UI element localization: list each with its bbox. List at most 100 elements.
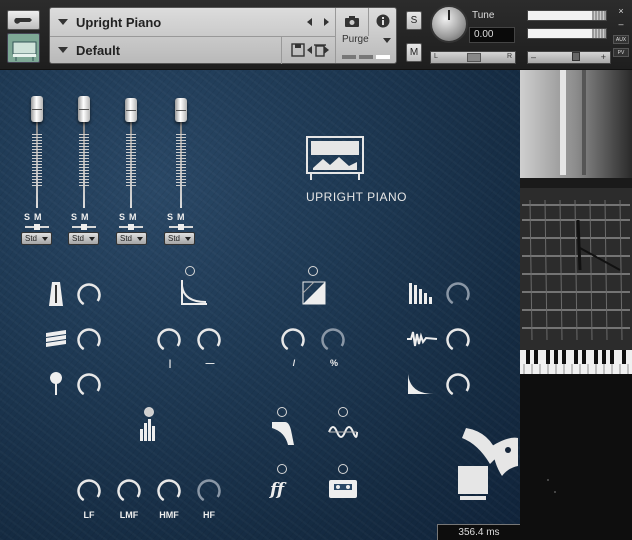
volume-handle[interactable] xyxy=(572,52,580,61)
eq-lf-knob[interactable] xyxy=(76,478,102,504)
dynamics-toggle[interactable] xyxy=(277,464,287,474)
amount-knob-ring xyxy=(321,328,345,352)
envelope-amount-knob[interactable] xyxy=(320,327,346,353)
channel-3-solo[interactable]: S xyxy=(119,212,129,222)
envelope-toggle[interactable] xyxy=(308,266,318,276)
eq-bars-icon xyxy=(140,419,155,441)
tune-label: Tune xyxy=(472,10,495,21)
fader-cap[interactable] xyxy=(78,96,90,122)
metronome-icon xyxy=(49,282,63,306)
volume-slider[interactable]: – + xyxy=(527,51,611,64)
channel-3-mode-dropdown[interactable]: Std xyxy=(116,232,147,245)
tape-toggle[interactable] xyxy=(338,464,348,474)
channel-1-mode-dropdown[interactable]: Std xyxy=(21,232,52,245)
preset-menu-caret-icon[interactable] xyxy=(58,47,68,53)
pan-handle[interactable] xyxy=(467,53,481,62)
settings-wrench-button[interactable] xyxy=(7,10,40,30)
solo-button[interactable]: S xyxy=(406,11,422,30)
tune-value-field[interactable]: 0.00 xyxy=(469,27,515,43)
prev-instrument-arrow-icon[interactable] xyxy=(307,18,312,26)
tail-knob[interactable] xyxy=(445,372,471,398)
eq-toggle[interactable] xyxy=(144,407,154,417)
output-meter-left xyxy=(527,10,607,21)
close-instrument-button[interactable]: × xyxy=(614,6,628,16)
minimize-instrument-button[interactable]: – xyxy=(614,19,628,29)
pan-slider[interactable]: L R xyxy=(430,51,516,64)
mute-button[interactable]: M xyxy=(406,43,422,62)
decay-curve-icon xyxy=(408,374,434,394)
reverb-toggle[interactable] xyxy=(185,266,195,276)
lf-knob-ring xyxy=(77,479,101,503)
instrument-info-panel: Upright Piano Default Purge xyxy=(49,7,397,64)
fader-cap[interactable] xyxy=(175,98,187,122)
channel-2-mute[interactable]: M xyxy=(81,212,93,222)
channel-2-mode-dropdown[interactable]: Std xyxy=(68,232,99,245)
lmf-knob-ring xyxy=(117,479,141,503)
velocity-knob[interactable] xyxy=(76,282,102,308)
reverb-predelay-knob[interactable] xyxy=(156,327,182,353)
channel-1-mute[interactable]: M xyxy=(34,212,46,222)
delete-preset-button[interactable] xyxy=(308,39,332,61)
info-button[interactable] xyxy=(371,10,395,32)
save-preset-button[interactable] xyxy=(286,39,310,61)
eq-lf-label: LF xyxy=(83,510,95,520)
curve-label: / xyxy=(292,358,296,368)
instrument-name[interactable]: Upright Piano xyxy=(76,15,301,30)
sine-wave-icon xyxy=(328,426,358,438)
channel-2-solo[interactable]: S xyxy=(71,212,81,222)
hammer-icon xyxy=(46,330,66,347)
eq-hf-label: HF xyxy=(203,510,215,520)
tune-knob[interactable] xyxy=(430,5,468,43)
velocity-knob-ring xyxy=(77,283,101,307)
logo-title: UPRIGHT PIANO xyxy=(306,190,407,204)
pedal-icon xyxy=(50,372,62,395)
hammer-knob-ring xyxy=(77,328,101,352)
pedal-knob-ring xyxy=(77,373,101,397)
resonance-wave-icon xyxy=(407,331,438,347)
release-knob[interactable] xyxy=(445,281,471,307)
save-icon xyxy=(291,43,305,57)
reverb-decay-knob[interactable] xyxy=(196,327,222,353)
envelope-grid-icon xyxy=(302,281,326,305)
output-meter-right xyxy=(527,28,607,39)
pv-button[interactable]: PV xyxy=(613,48,629,57)
decay-label: — xyxy=(205,358,215,368)
predelay-label: | xyxy=(168,358,172,368)
channel-3-mute[interactable]: M xyxy=(129,212,141,222)
eq-hmf-knob[interactable] xyxy=(156,478,182,504)
envelope-curve-knob[interactable] xyxy=(280,327,306,353)
instrument-stage: SM SM SM SM Std Std Std Std UPRIGHT PIAN… xyxy=(0,70,520,540)
instrument-menu-caret-icon[interactable] xyxy=(58,19,68,25)
snapshot-camera-button[interactable] xyxy=(340,10,364,32)
next-instrument-arrow-icon[interactable] xyxy=(324,18,329,26)
fortissimo-icon: ff xyxy=(269,480,287,499)
pedal-noise-knob[interactable] xyxy=(76,372,102,398)
eq-lmf-label: LMF xyxy=(119,510,139,520)
channel-4-mode-dropdown[interactable]: Std xyxy=(164,232,195,245)
resonance-knob[interactable] xyxy=(445,327,471,353)
info-icon xyxy=(376,14,390,28)
purge-caret-icon[interactable] xyxy=(383,38,391,43)
eq-lmf-knob[interactable] xyxy=(116,478,142,504)
camera-icon xyxy=(345,15,359,27)
purge-indicator xyxy=(376,55,390,59)
preset-name[interactable]: Default xyxy=(76,43,301,58)
fader-cap[interactable] xyxy=(125,98,137,122)
aux-button[interactable]: AUX xyxy=(613,35,629,44)
gramophone-logo xyxy=(458,428,518,500)
fader-cap[interactable] xyxy=(31,96,43,122)
channel-4-solo[interactable]: S xyxy=(167,212,177,222)
piano-photo xyxy=(520,70,632,540)
chorus-toggle[interactable] xyxy=(338,407,348,417)
channel-4-mute[interactable]: M xyxy=(177,212,189,222)
percent-label: % xyxy=(329,358,338,368)
channel-1-solo[interactable]: S xyxy=(24,212,34,222)
instrument-thumbnail[interactable] xyxy=(7,33,40,63)
hmf-knob-ring xyxy=(157,479,181,503)
predelay-knob-ring xyxy=(157,328,181,352)
eq-hf-knob[interactable] xyxy=(196,478,222,504)
filter-toggle[interactable] xyxy=(277,407,287,417)
purge-menu[interactable]: Purge xyxy=(342,34,369,45)
hammer-noise-knob[interactable] xyxy=(76,327,102,353)
status-time-readout: 356.4 ms xyxy=(437,524,520,540)
